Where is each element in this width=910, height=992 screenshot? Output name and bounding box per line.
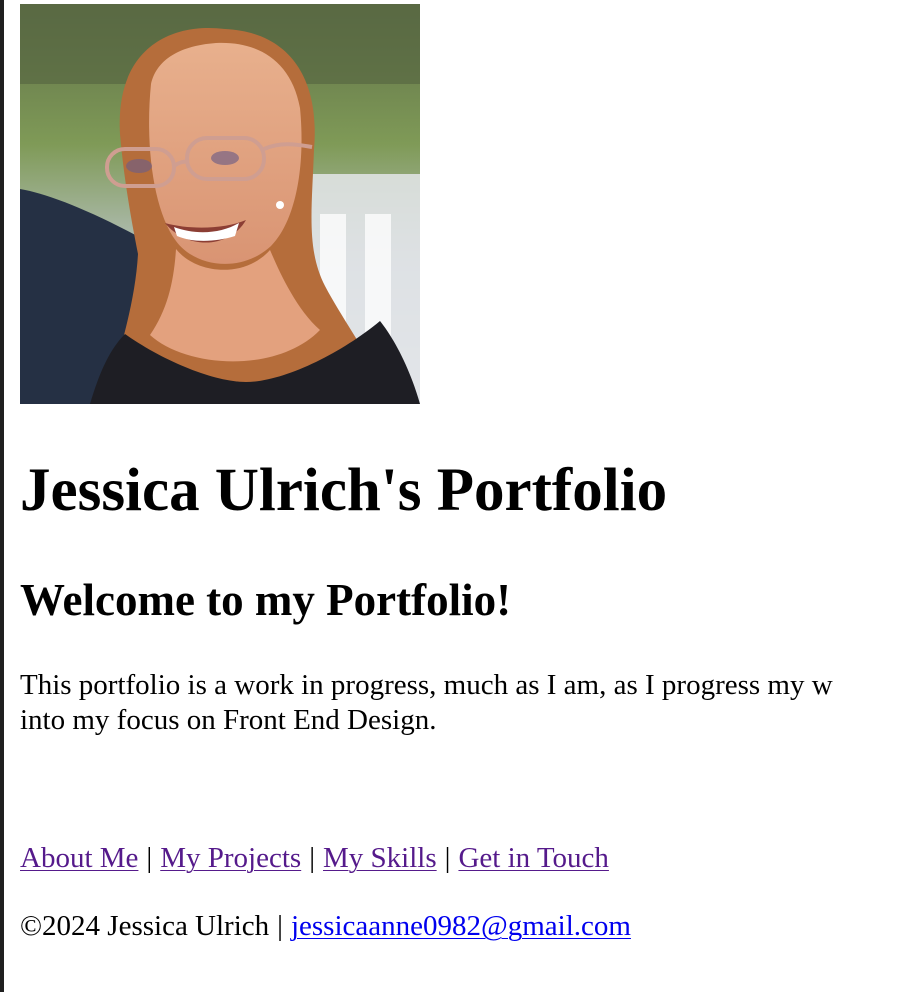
footer-separator: | — [277, 910, 283, 942]
welcome-heading: Welcome to my Portfolio! — [20, 575, 512, 625]
nav-separator: | — [146, 842, 153, 874]
get-in-touch-link[interactable]: Get in Touch — [458, 842, 608, 874]
intro-paragraph: This portfolio is a work in progress, mu… — [20, 668, 910, 738]
my-skills-link[interactable]: My Skills — [323, 842, 437, 874]
page-footer: ©2024 Jessica Ulrich | jessicaanne0982@gma… — [20, 907, 631, 945]
profile-photo — [20, 4, 420, 404]
window-left-edge — [0, 0, 4, 992]
portfolio-navigation: About Me | My Projects | My Skills | Get in To… — [20, 839, 609, 877]
intro-line-1: This portfolio is a work in progress, mu… — [20, 669, 833, 701]
intro-line-2: into my focus on Front End Design. — [20, 704, 437, 736]
page-title: Jessica Ulrich's Portfolio — [20, 457, 668, 524]
my-projects-link[interactable]: My Projects — [160, 842, 301, 874]
nav-separator: | — [309, 842, 316, 874]
copyright-text: ©2024 Jessica Ulrich — [20, 910, 270, 942]
about-me-link[interactable]: About Me — [20, 842, 138, 874]
nav-separator: | — [444, 842, 451, 874]
email-link[interactable]: jessicaanne0982@gmail.com — [291, 910, 631, 942]
